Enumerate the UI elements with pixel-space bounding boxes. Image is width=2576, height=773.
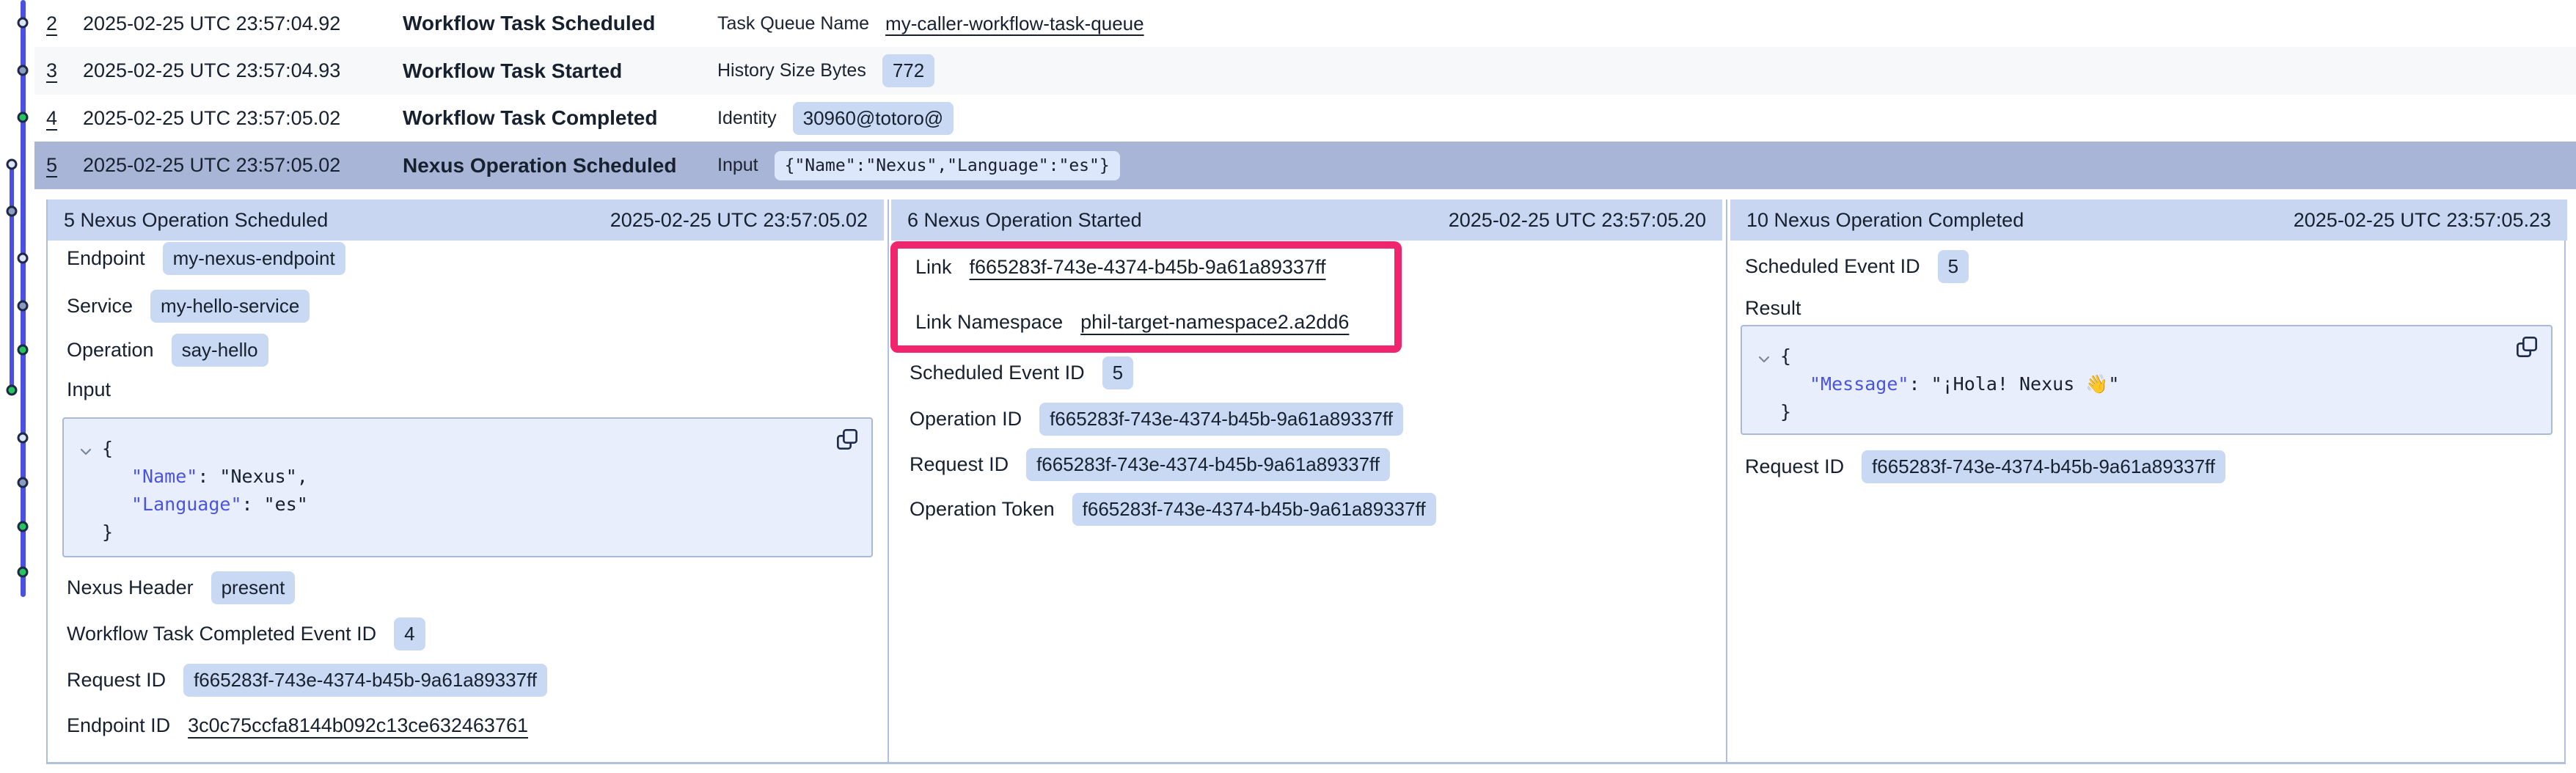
timeline-branch-line — [10, 164, 14, 390]
timeline-dot — [18, 345, 29, 356]
json-entry: "Language": "es" — [64, 491, 871, 519]
field-label: Endpoint — [67, 247, 145, 270]
operation-token-badge: f665283f-743e-4374-b45b-9a61a89337ff — [1072, 493, 1436, 526]
field-label: Workflow Task Completed Event ID — [67, 623, 376, 645]
field-label: Link Namespace — [915, 311, 1063, 334]
field-label: Operation ID — [910, 408, 1022, 431]
field-label: Operation Token — [910, 498, 1055, 521]
event-timestamp: 2025-02-25 UTC 23:57:04.93 — [83, 59, 403, 82]
event-name: Workflow Task Completed — [403, 106, 717, 130]
event-name: Workflow Task Scheduled — [403, 12, 717, 35]
event-timestamp: 2025-02-25 UTC 23:57:04.92 — [83, 12, 403, 35]
timeline-dot — [18, 521, 29, 532]
scheduled-event-id-badge: 5 — [1938, 250, 1969, 283]
field-label: Operation — [67, 339, 154, 362]
json-close-brace: } — [64, 519, 871, 546]
panel-header-started: 6 Nexus Operation Started 2025-02-25 UTC… — [891, 199, 1722, 241]
event-row-3[interactable]: 3 2025-02-25 UTC 23:57:04.93 Workflow Ta… — [34, 47, 2576, 95]
input-section-label: Input — [67, 378, 111, 401]
field-label: Request ID — [67, 669, 166, 692]
endpoint-badge: my-nexus-endpoint — [163, 242, 345, 275]
timeline-dot — [18, 112, 29, 123]
event-timestamp: 2025-02-25 UTC 23:57:05.02 — [83, 154, 403, 177]
timeline-dot — [18, 477, 29, 488]
timeline-dot — [18, 253, 29, 264]
result-section-label: Result — [1745, 297, 1801, 320]
event-detail-panels: 5 Nexus Operation Scheduled 2025-02-25 U… — [46, 199, 2566, 764]
panel-title: 6 Nexus Operation Started — [907, 209, 1142, 232]
service-badge: my-hello-service — [150, 290, 310, 323]
json-entry: "Name": "Nexus", — [64, 463, 871, 491]
event-detail-label: Input — [717, 155, 758, 176]
timeline-main-line — [21, 0, 26, 597]
event-row-4[interactable]: 4 2025-02-25 UTC 23:57:05.02 Workflow Ta… — [34, 95, 2576, 142]
field-label: Scheduled Event ID — [1745, 255, 1920, 278]
operation-id-badge: f665283f-743e-4374-b45b-9a61a89337ff — [1039, 403, 1403, 436]
panel-header-completed: 10 Nexus Operation Completed 2025-02-25 … — [1730, 199, 2567, 241]
event-detail-label: Identity — [717, 108, 777, 129]
operation-badge: say-hello — [172, 334, 268, 367]
input-json-viewer: { "Name": "Nexus", "Language": "es" } — [62, 417, 873, 557]
event-name: Workflow Task Started — [403, 59, 717, 83]
nexus-header-badge: present — [211, 571, 296, 604]
event-id-link[interactable]: 5 — [46, 154, 83, 177]
field-label: Nexus Header — [67, 576, 194, 599]
panel-title: 10 Nexus Operation Completed — [1746, 209, 2024, 232]
identity-badge: 30960@totoro@ — [793, 102, 954, 135]
endpoint-id-link[interactable]: 3c0c75ccfa8144b092c13ce632463761 — [188, 714, 528, 737]
input-badge: {"Name":"Nexus","Language":"es"} — [775, 151, 1120, 180]
event-id-link[interactable]: 3 — [46, 59, 83, 82]
event-id-link[interactable]: 4 — [46, 107, 83, 130]
timeline-dot — [18, 301, 29, 312]
request-id-badge: f665283f-743e-4374-b45b-9a61a89337ff — [183, 664, 547, 697]
json-entry: "Message": "¡Hola! Nexus 👋" — [1742, 370, 2551, 398]
request-id-badge: f665283f-743e-4374-b45b-9a61a89337ff — [1862, 450, 2225, 483]
result-json-viewer: { "Message": "¡Hola! Nexus 👋" } — [1741, 325, 2553, 435]
event-row-2[interactable]: 2 2025-02-25 UTC 23:57:04.92 Workflow Ta… — [34, 0, 2576, 47]
panel-body-started: Link f665283f-743e-4374-b45b-9a61a89337f… — [888, 241, 1726, 762]
timeline-dot — [7, 206, 18, 217]
task-queue-link[interactable]: my-caller-workflow-task-queue — [885, 12, 1144, 35]
scheduled-event-id-badge: 5 — [1102, 356, 1133, 389]
field-label: Service — [67, 295, 133, 318]
event-detail-label: History Size Bytes — [717, 60, 866, 81]
wft-completed-event-id-badge: 4 — [394, 618, 425, 651]
panel-body-scheduled: Endpoint my-nexus-endpoint Service my-he… — [48, 241, 888, 762]
history-size-badge: 772 — [882, 54, 934, 87]
timeline-dot — [7, 385, 18, 396]
json-open-brace: { — [1742, 342, 2551, 370]
json-close-brace: } — [1742, 398, 2551, 426]
link-value-link[interactable]: f665283f-743e-4374-b45b-9a61a89337ff — [970, 256, 1326, 279]
timeline-dot — [18, 18, 29, 29]
workflow-history-page: 2 2025-02-25 UTC 23:57:04.92 Workflow Ta… — [0, 0, 2576, 773]
timeline-dot — [18, 433, 29, 444]
field-label: Scheduled Event ID — [910, 362, 1085, 384]
event-detail-label: Task Queue Name — [717, 13, 869, 34]
timeline-dot — [18, 65, 29, 76]
annotation-highlight-box: Link f665283f-743e-4374-b45b-9a61a89337f… — [890, 241, 1402, 353]
event-timestamp: 2025-02-25 UTC 23:57:05.02 — [83, 107, 403, 130]
link-namespace-link[interactable]: phil-target-namespace2.a2dd6 — [1080, 311, 1349, 334]
json-open-brace: { — [64, 435, 871, 463]
timeline-dot — [18, 567, 29, 578]
panel-body-completed: Scheduled Event ID 5 Result { "Message":… — [1726, 241, 2567, 762]
panel-timestamp: 2025-02-25 UTC 23:57:05.20 — [1449, 209, 1706, 232]
event-row-5-selected[interactable]: 5 2025-02-25 UTC 23:57:05.02 Nexus Opera… — [34, 142, 2576, 189]
panel-title: 5 Nexus Operation Scheduled — [64, 209, 328, 232]
panel-timestamp: 2025-02-25 UTC 23:57:05.02 — [610, 209, 868, 232]
request-id-badge: f665283f-743e-4374-b45b-9a61a89337ff — [1026, 448, 1390, 481]
field-label: Link — [915, 256, 952, 279]
timeline-dot — [7, 159, 18, 170]
event-name: Nexus Operation Scheduled — [403, 154, 717, 177]
field-label: Endpoint ID — [67, 714, 170, 737]
panel-timestamp: 2025-02-25 UTC 23:57:05.23 — [2294, 209, 2551, 232]
event-id-link[interactable]: 2 — [46, 12, 83, 35]
field-label: Request ID — [910, 453, 1009, 476]
field-label: Request ID — [1745, 455, 1844, 478]
panel-header-scheduled: 5 Nexus Operation Scheduled 2025-02-25 U… — [48, 199, 884, 241]
